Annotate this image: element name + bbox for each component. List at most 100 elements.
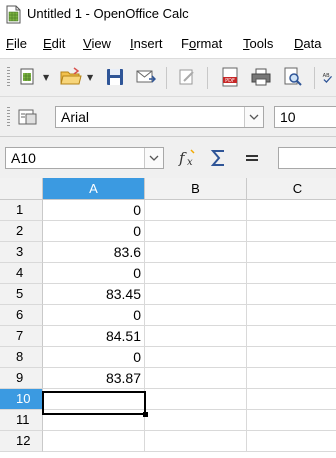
row-header[interactable]: 4 [0,263,43,284]
row-header[interactable]: 9 [0,368,43,389]
row-header[interactable]: 6 [0,305,43,326]
cell-c12[interactable] [247,431,336,452]
cell-cursor [42,391,148,417]
toolbar-separator [166,67,167,89]
cell-b7[interactable] [145,326,247,347]
formula-bar: A10 fx [0,136,336,179]
cell-a4[interactable]: 0 [43,263,145,284]
cell-c3[interactable] [247,242,336,263]
cell-c10[interactable] [247,389,336,410]
menu-edit[interactable]: Edit [43,36,65,51]
name-box[interactable]: A10 [5,147,164,169]
cell-b8[interactable] [145,347,247,368]
email-icon[interactable] [135,66,157,88]
row-header[interactable]: 3 [0,242,43,263]
spreadsheet-grid[interactable]: A B C 1 0 2 0 3 83.6 4 0 5 83.45 6 0 7 84.51 8 0 9 83.87 1… [0,178,336,458]
row-header[interactable]: 11 [0,410,43,431]
row-header[interactable]: 7 [0,326,43,347]
cell-c8[interactable] [247,347,336,368]
cell-c2[interactable] [247,221,336,242]
row-header[interactable]: 1 [0,200,43,221]
menu-tools[interactable]: Tools [243,36,273,51]
menu-file[interactable]: File [6,36,27,51]
svg-text:PDF: PDF [225,78,235,84]
row-header[interactable]: 10 [0,389,43,410]
cell-b11[interactable] [145,410,247,431]
cell-a5[interactable]: 83.45 [43,284,145,305]
menu-data[interactable]: Data [294,36,321,51]
row-header[interactable]: 2 [0,221,43,242]
cell-c6[interactable] [247,305,336,326]
cell-a9[interactable]: 83.87 [43,368,145,389]
font-name-value: Arial [61,109,90,125]
column-header-b[interactable]: B [145,178,247,200]
toolbar-separator [314,67,315,89]
cell-b9[interactable] [145,368,247,389]
font-size-combo[interactable]: 10 [274,106,336,128]
cell-c5[interactable] [247,284,336,305]
export-pdf-icon[interactable]: PDF [219,66,241,88]
chevron-down-icon[interactable] [244,107,263,127]
cell-b1[interactable] [145,200,247,221]
toolbar-separator [207,67,208,89]
svg-text:AB: AB [323,73,330,79]
svg-text:f: f [178,149,187,167]
calc-app-icon [6,5,21,24]
cell-c1[interactable] [247,200,336,221]
svg-text:x: x [187,157,193,168]
cell-b10[interactable] [145,389,247,410]
cell-b4[interactable] [145,263,247,284]
column-header-a[interactable]: A [43,178,145,200]
sum-icon[interactable] [208,147,230,169]
print-preview-icon[interactable] [282,66,304,88]
cell-a8[interactable]: 0 [43,347,145,368]
print-icon[interactable] [250,66,272,88]
menu-bar: File Edit View Insert Format Tools Data [0,30,336,58]
font-name-combo[interactable]: Arial [55,106,264,128]
save-icon[interactable] [104,66,126,88]
cell-b5[interactable] [145,284,247,305]
fill-handle[interactable] [143,412,148,417]
cell-a6[interactable]: 0 [43,305,145,326]
spellcheck-icon[interactable]: AB [322,66,336,88]
menu-format[interactable]: Format [181,36,222,51]
cell-b2[interactable] [145,221,247,242]
row-header[interactable]: 5 [0,284,43,305]
select-all-corner[interactable] [0,178,43,200]
cell-c7[interactable] [247,326,336,347]
cell-a3[interactable]: 83.6 [43,242,145,263]
title-bar: Untitled 1 - OpenOffice Calc [0,0,336,30]
input-line[interactable] [278,147,336,169]
open-dropdown-icon[interactable]: ▼ [87,73,93,82]
name-box-value: A10 [11,150,36,166]
function-wizard-icon[interactable]: fx [178,147,200,169]
edit-file-icon[interactable] [176,66,198,88]
open-folder-icon[interactable] [60,66,82,88]
cell-a12[interactable] [43,431,145,452]
toolbar-grip[interactable] [7,67,10,87]
standard-toolbar: ▼ ▼ PDF AB [0,58,336,97]
new-dropdown-icon[interactable]: ▼ [43,73,49,82]
cell-b12[interactable] [145,431,247,452]
cell-b6[interactable] [145,305,247,326]
cell-a7[interactable]: 84.51 [43,326,145,347]
row-header[interactable]: 12 [0,431,43,452]
toolbar-grip[interactable] [7,107,10,127]
menu-view[interactable]: View [83,36,111,51]
cell-a1[interactable]: 0 [43,200,145,221]
styles-formatting-icon[interactable] [17,106,39,128]
new-document-icon[interactable] [17,66,39,88]
formatting-toolbar: Arial 10 [0,96,336,137]
chevron-down-icon[interactable] [144,148,163,168]
cell-c4[interactable] [247,263,336,284]
cell-c9[interactable] [247,368,336,389]
column-header-c[interactable]: C [247,178,336,200]
font-size-value: 10 [280,109,296,125]
cell-c11[interactable] [247,410,336,431]
function-equals-icon[interactable] [241,147,263,169]
menu-insert[interactable]: Insert [130,36,163,51]
cell-a2[interactable]: 0 [43,221,145,242]
row-header[interactable]: 8 [0,347,43,368]
cell-b3[interactable] [145,242,247,263]
window-title: Untitled 1 - OpenOffice Calc [27,6,189,21]
